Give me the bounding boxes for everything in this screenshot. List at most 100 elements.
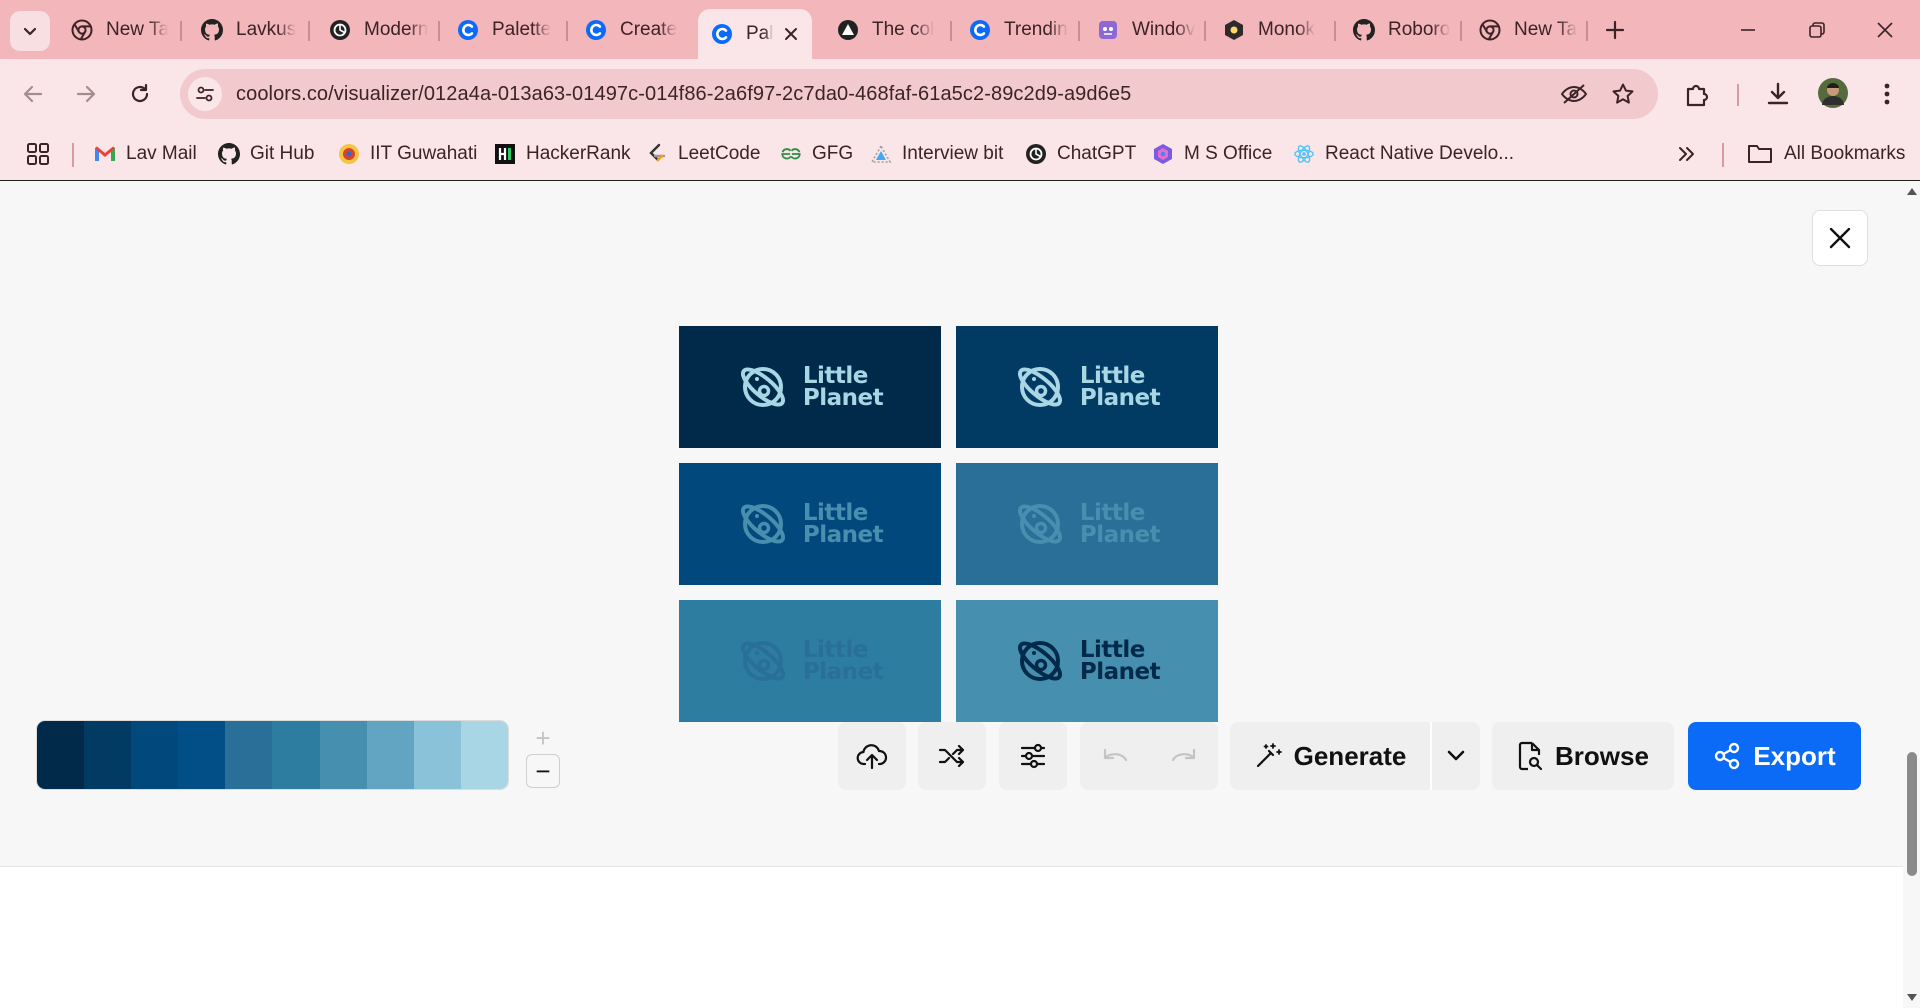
- reload-button[interactable]: [120, 74, 160, 114]
- palette-swatch[interactable]: [460, 721, 508, 789]
- generate-button[interactable]: Generate: [1230, 722, 1432, 790]
- back-button[interactable]: [13, 74, 53, 114]
- tab-separator: [438, 21, 440, 41]
- coolors-icon: [456, 18, 480, 42]
- chevron-down-icon: [1447, 750, 1465, 761]
- bookmark-git-hub[interactable]: Git Hub: [218, 139, 314, 169]
- tab-2[interactable]: Modern: [316, 9, 440, 51]
- planet-icon: [740, 504, 785, 544]
- logo-line-1: Little: [802, 637, 869, 663]
- little-planet-logo: Little Planet: [737, 361, 884, 413]
- save-palette-button[interactable]: [838, 722, 906, 790]
- minimize-button[interactable]: [1713, 0, 1783, 59]
- generate-group: Generate: [1230, 722, 1480, 790]
- chrome-icon: [70, 18, 94, 42]
- tracking-protection-button[interactable]: [1558, 78, 1590, 110]
- palette-swatch[interactable]: [178, 721, 226, 789]
- scroll-up-arrow-icon[interactable]: [1907, 188, 1917, 195]
- new-tab-button[interactable]: [1597, 12, 1633, 48]
- tab-11[interactable]: New Ta: [1466, 9, 1586, 51]
- scroll-thumb[interactable]: [1907, 752, 1917, 876]
- profile-avatar[interactable]: [1817, 77, 1849, 109]
- scroll-down-arrow-icon[interactable]: [1907, 994, 1917, 1001]
- minimize-icon: [1741, 28, 1755, 31]
- forward-button[interactable]: [66, 74, 106, 114]
- zoom-out-button[interactable]: −: [526, 754, 560, 788]
- palette-swatch[interactable]: [366, 721, 414, 789]
- logo-card: Little Planet: [679, 600, 941, 722]
- tab-9[interactable]: Monok: [1210, 9, 1334, 51]
- zoom-controls: + −: [526, 722, 560, 790]
- little-planet-logo: Little Planet: [737, 498, 884, 550]
- bookmark-label: M S Office: [1184, 143, 1273, 164]
- site-info-button[interactable]: [188, 77, 222, 111]
- undo-button[interactable]: [1080, 722, 1149, 790]
- bookmark-label: React Native Develo...: [1325, 143, 1515, 164]
- browser-menu-button[interactable]: [1871, 78, 1903, 110]
- redo-button[interactable]: [1149, 722, 1218, 790]
- close-tab-icon[interactable]: [778, 21, 804, 47]
- bookmark-label: ChatGPT: [1057, 143, 1137, 164]
- palette-swatches[interactable]: [36, 720, 509, 790]
- address-bar[interactable]: coolors.co/visualizer/012a4a-013a63-0149…: [180, 69, 1658, 119]
- browse-label: Browse: [1555, 740, 1649, 771]
- all-bookmarks-button[interactable]: All Bookmarks: [1746, 139, 1905, 169]
- restore-button[interactable]: [1782, 0, 1852, 59]
- zoom-in-button[interactable]: +: [526, 722, 560, 754]
- palette-swatch[interactable]: [37, 721, 85, 789]
- downloads-button[interactable]: [1762, 78, 1794, 110]
- bookmark-react-native[interactable]: React Native Develo...: [1293, 139, 1514, 169]
- browse-button[interactable]: Browse: [1492, 722, 1674, 790]
- close-window-button[interactable]: [1850, 0, 1920, 59]
- chrome-icon: [1478, 18, 1502, 42]
- tab-search-button[interactable]: [10, 11, 50, 51]
- more-bookmarks-button[interactable]: [1676, 139, 1696, 169]
- bookmark-hackerrank[interactable]: HackerRank: [494, 139, 631, 169]
- generate-options-button[interactable]: [1432, 750, 1480, 762]
- close-visualizer-button[interactable]: [1812, 210, 1868, 266]
- bookmark-star-button[interactable]: [1607, 78, 1639, 110]
- bookmark-lav-mail[interactable]: Lav Mail: [94, 139, 197, 169]
- bookmark-ms-office[interactable]: M S Office: [1152, 139, 1272, 169]
- page-scrollbar[interactable]: [1903, 182, 1920, 1008]
- folder-icon: [1746, 143, 1774, 165]
- tab-1[interactable]: Lavkusl: [188, 9, 296, 51]
- adjust-palette-button[interactable]: [999, 722, 1067, 790]
- palette-swatch[interactable]: [319, 721, 367, 789]
- bookmark-iit-guwahati[interactable]: IIT Guwahati: [338, 139, 477, 169]
- tab-8[interactable]: Windov: [1084, 9, 1204, 51]
- tab-7[interactable]: Trendin: [956, 9, 1076, 51]
- coolors-icon: [968, 18, 992, 42]
- shuffle-button[interactable]: [918, 722, 986, 790]
- extensions-button[interactable]: [1681, 78, 1713, 110]
- tab-10[interactable]: Roboro: [1340, 9, 1460, 51]
- palette-swatch[interactable]: [84, 721, 132, 789]
- tab-separator: [1586, 21, 1588, 41]
- bookmark-leetcode[interactable]: LeetCode: [646, 139, 760, 169]
- toolbar-divider: [1737, 84, 1739, 106]
- tab-5-active[interactable]: Pal: [698, 9, 812, 59]
- export-button[interactable]: Export: [1688, 722, 1861, 790]
- tab-6[interactable]: The col: [824, 9, 946, 51]
- palette-swatch[interactable]: [413, 721, 461, 789]
- tab-0[interactable]: New Ta: [58, 9, 168, 51]
- bookmark-gfg[interactable]: GFG: [780, 139, 853, 169]
- tab-3[interactable]: Palette: [444, 9, 566, 51]
- tab-title: Modern: [364, 19, 429, 40]
- tab-title: Windov: [1132, 19, 1196, 40]
- logo-line-1: Little: [1079, 363, 1146, 389]
- tab-separator: [1334, 21, 1336, 41]
- url-text[interactable]: coolors.co/visualizer/012a4a-013a63-0149…: [236, 83, 1131, 106]
- tab-4[interactable]: Create: [572, 9, 692, 51]
- palette-swatch[interactable]: [131, 721, 179, 789]
- palette-swatch[interactable]: [272, 721, 320, 789]
- vercel-icon: [836, 18, 860, 42]
- tab-title: New Ta: [106, 19, 168, 40]
- bottom-toolbar: [0, 866, 1903, 1008]
- bookmark-label: Lav Mail: [126, 143, 197, 164]
- apps-button[interactable]: [26, 139, 50, 169]
- bookmark-chatgpt[interactable]: ChatGPT: [1025, 139, 1136, 169]
- bookmark-interview-bit[interactable]: Interview bit: [870, 139, 1003, 169]
- palette-swatch[interactable]: [225, 721, 273, 789]
- logo-wordmark: Little Planet: [1080, 502, 1161, 547]
